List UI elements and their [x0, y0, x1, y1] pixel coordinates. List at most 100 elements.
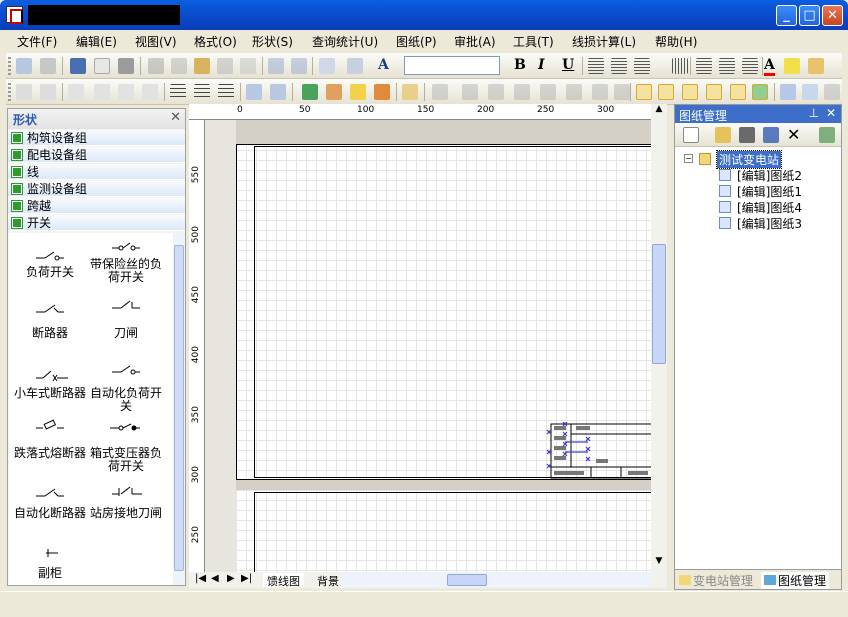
- new-drawing-icon[interactable]: [16, 58, 32, 74]
- tree-root-label[interactable]: 测试变电站: [715, 150, 783, 169]
- next-sheet-icon[interactable]: ▶: [227, 573, 235, 584]
- decrease-indent-icon[interactable]: [719, 58, 735, 74]
- delete-icon[interactable]: ✕: [787, 125, 800, 144]
- sheet-tab-background[interactable]: 背景: [313, 573, 343, 588]
- disconnector-icon[interactable]: [111, 299, 141, 311]
- align-left-icon[interactable]: [588, 58, 604, 74]
- underline-button[interactable]: U: [562, 57, 574, 73]
- note-icon[interactable]: [402, 84, 418, 100]
- undo-icon[interactable]: [268, 58, 284, 74]
- lowercase-icon[interactable]: [94, 84, 110, 100]
- close-icon[interactable]: ✕: [170, 110, 181, 125]
- text-tool-icon[interactable]: A: [378, 57, 389, 73]
- stencil-scrollbar[interactable]: [173, 233, 185, 585]
- pin-icon[interactable]: ⊥: [809, 106, 819, 120]
- export-icon[interactable]: [802, 84, 818, 100]
- auto-load-switch-icon[interactable]: [111, 363, 141, 375]
- new-icon[interactable]: [683, 127, 699, 143]
- bold-button[interactable]: B: [514, 57, 526, 73]
- menu-file[interactable]: 文件(F): [17, 33, 57, 50]
- ungroup-icon[interactable]: [566, 84, 582, 100]
- increase-font-icon[interactable]: [16, 84, 32, 100]
- grid-toggle-icon[interactable]: [658, 84, 674, 100]
- last-sheet-icon[interactable]: ▶|: [241, 573, 252, 584]
- menu-query[interactable]: 查询统计(U): [312, 33, 378, 50]
- zoom-icon[interactable]: [780, 84, 796, 100]
- rotate-icon[interactable]: [488, 84, 504, 100]
- edit-shape-icon[interactable]: [326, 84, 342, 100]
- minimize-button[interactable]: _: [776, 5, 797, 26]
- pan-icon[interactable]: [824, 84, 840, 100]
- menu-view[interactable]: 视图(V): [135, 33, 177, 50]
- pointer-tool-icon[interactable]: [319, 58, 335, 74]
- copy-page-icon[interactable]: [94, 58, 110, 74]
- load-switch-icon[interactable]: [35, 249, 65, 261]
- copy-icon[interactable]: [171, 58, 187, 74]
- close-button[interactable]: ✕: [822, 5, 843, 26]
- align-bottom-icon[interactable]: [218, 84, 234, 100]
- statistics-icon[interactable]: [739, 127, 755, 143]
- menu-line-loss[interactable]: 线损计算(L): [572, 33, 636, 50]
- group-icon[interactable]: [540, 84, 556, 100]
- shape-data-icon[interactable]: [350, 84, 366, 100]
- tree-item-label[interactable]: [编辑]图纸3: [737, 215, 802, 232]
- scrollbar-thumb[interactable]: [652, 244, 666, 364]
- fit-page-icon[interactable]: [706, 84, 722, 100]
- close-icon[interactable]: ✕: [826, 106, 836, 120]
- connector-tool-icon[interactable]: [347, 58, 363, 74]
- page-icon[interactable]: [730, 84, 746, 100]
- tab-drawing-manager[interactable]: 图纸管理: [761, 572, 830, 589]
- menu-drawing[interactable]: 图纸(P): [396, 33, 437, 50]
- uppercase-icon[interactable]: [68, 84, 84, 100]
- format-painter-icon[interactable]: [240, 58, 256, 74]
- first-sheet-icon[interactable]: |◀: [195, 573, 206, 584]
- flip-icon[interactable]: [514, 84, 530, 100]
- toolbar-grip[interactable]: [8, 83, 11, 101]
- circuit-breaker-icon[interactable]: [35, 303, 65, 315]
- maximize-button[interactable]: □: [799, 5, 820, 26]
- menu-format[interactable]: 格式(O): [194, 33, 237, 50]
- vertical-text-icon[interactable]: [672, 58, 688, 74]
- menu-help[interactable]: 帮助(H): [655, 33, 697, 50]
- align-center-icon[interactable]: [611, 58, 627, 74]
- ground-disconnector-icon[interactable]: [111, 485, 143, 497]
- export-icon[interactable]: [819, 127, 835, 143]
- horizontal-guide-icon[interactable]: [636, 84, 652, 100]
- shape-group-construction[interactable]: 构筑设备组: [8, 130, 185, 146]
- scroll-down-icon[interactable]: ▼: [652, 556, 666, 572]
- decrease-font-icon[interactable]: [40, 84, 56, 100]
- ruler-toggle-icon[interactable]: [682, 84, 698, 100]
- increase-indent-icon[interactable]: [742, 58, 758, 74]
- subscript-icon[interactable]: [142, 84, 158, 100]
- auto-circuit-breaker-icon[interactable]: [35, 487, 65, 499]
- sheet-tab-feeder[interactable]: 馈线图: [263, 573, 304, 588]
- font-name-input[interactable]: [404, 56, 500, 75]
- line-spacing-icon[interactable]: [246, 84, 262, 100]
- tree-item-label[interactable]: [编辑]图纸1: [737, 183, 802, 200]
- fused-load-switch-icon[interactable]: [111, 241, 141, 253]
- save-icon[interactable]: [70, 58, 86, 74]
- connect-icon[interactable]: [752, 84, 768, 100]
- distribute-icon[interactable]: [462, 84, 478, 100]
- menu-approval[interactable]: 审批(A): [454, 33, 496, 50]
- trolley-breaker-icon[interactable]: [35, 369, 69, 381]
- collapse-icon[interactable]: −: [684, 154, 693, 163]
- send-back-icon[interactable]: [614, 84, 630, 100]
- app-icon[interactable]: [6, 6, 23, 24]
- drop-out-fuse-icon[interactable]: [35, 419, 65, 431]
- open-icon[interactable]: [715, 127, 731, 143]
- shape-group-switch[interactable]: 开关: [8, 215, 185, 231]
- scrollbar-thumb[interactable]: [174, 245, 184, 571]
- box-transformer-switch-icon[interactable]: [109, 421, 141, 433]
- align-middle-icon[interactable]: [194, 84, 210, 100]
- align-right-icon[interactable]: [634, 58, 650, 74]
- superscript-icon[interactable]: [118, 84, 134, 100]
- sub-cabinet-icon[interactable]: [45, 547, 59, 559]
- font-color-icon[interactable]: A: [764, 57, 775, 76]
- shape-group-distribution[interactable]: 配电设备组: [8, 147, 185, 163]
- italic-button[interactable]: I: [538, 57, 545, 73]
- menu-tools[interactable]: 工具(T): [513, 33, 554, 50]
- menu-shape[interactable]: 形状(S): [252, 33, 293, 50]
- prev-sheet-icon[interactable]: ◀: [211, 573, 219, 584]
- paragraph-spacing-icon[interactable]: [270, 84, 286, 100]
